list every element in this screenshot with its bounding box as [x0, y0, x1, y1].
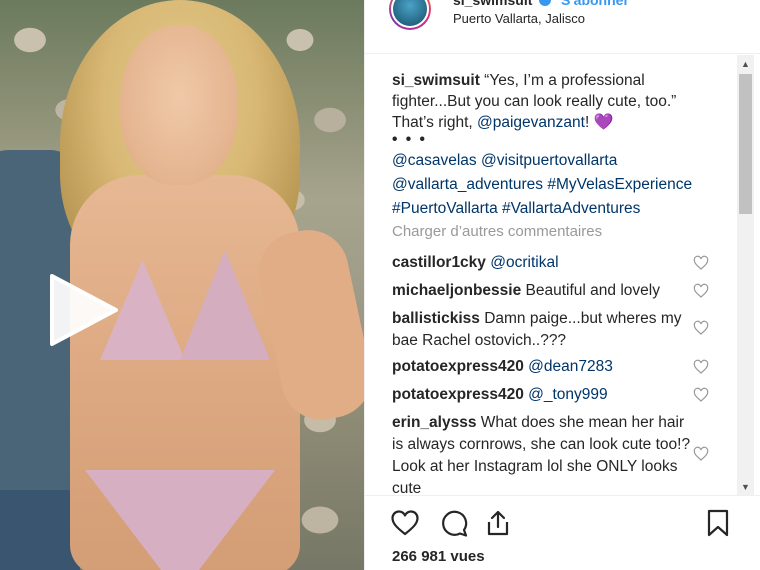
comment-username[interactable]: castillor1cky [392, 254, 486, 271]
person-left-jeans [0, 490, 80, 570]
comment-mention[interactable]: @_tony999 [528, 386, 608, 403]
load-more-comments-button[interactable]: Charger d’autres commentaires [392, 223, 602, 240]
scroll-thumb[interactable] [739, 74, 752, 214]
post-actions: 266 981 vues [365, 495, 760, 570]
comment-text: Beautiful and lovely [521, 282, 660, 299]
comments-scrollbar[interactable]: ▲ ▼ [737, 55, 754, 495]
comment-username[interactable]: michaeljonbessie [392, 282, 521, 299]
caption-text-2: ! [584, 114, 594, 131]
view-count[interactable]: 266 981 vues [392, 548, 485, 565]
heart-icon[interactable] [693, 359, 709, 375]
heart-icon[interactable] [693, 320, 709, 336]
bookmark-icon[interactable] [703, 508, 733, 538]
comment-item: erin_alysss What does she mean her hair … [392, 412, 692, 495]
comment-username[interactable]: erin_alysss [392, 414, 476, 431]
verified-badge-icon [539, 0, 551, 6]
scroll-down-arrow-icon[interactable]: ▼ [737, 478, 754, 495]
comment-mention[interactable]: @ocritikal [490, 254, 558, 271]
post-video[interactable] [0, 0, 364, 570]
comment-username[interactable]: ballistickiss [392, 310, 480, 327]
follow-button[interactable]: S'abonner [561, 0, 629, 8]
comment-username[interactable]: potatoexpress420 [392, 358, 524, 375]
heart-icon[interactable] [693, 446, 709, 462]
tags-line-1[interactable]: @casavelas @visitpuertovallarta [392, 149, 722, 173]
comment-username[interactable]: potatoexpress420 [392, 386, 524, 403]
caption-dots: • • • [392, 131, 427, 148]
comment-mention[interactable]: @dean7283 [528, 358, 613, 375]
post-header: si_swimsuit S'abonner Puerto Vallarta, J… [365, 0, 760, 54]
caption-username[interactable]: si_swimsuit [392, 72, 480, 89]
location-link[interactable]: Puerto Vallarta, Jalisco [453, 11, 585, 26]
comment-bubble-icon[interactable] [439, 508, 469, 538]
heart-icon[interactable] [693, 387, 709, 403]
post-caption: si_swimsuit “Yes, I’m a professional fig… [392, 70, 712, 147]
like-heart-icon[interactable] [390, 508, 420, 538]
avatar[interactable] [389, 0, 431, 30]
comment-item: michaeljonbessie Beautiful and lovely [392, 280, 692, 302]
heart-icon[interactable] [693, 255, 709, 271]
comments-list: si_swimsuit “Yes, I’m a professional fig… [365, 55, 745, 495]
tags-line-3[interactable]: #PuertoVallarta #VallartaAdventures [392, 197, 722, 221]
caption-tags: @casavelas @visitpuertovallarta @vallart… [392, 149, 722, 221]
post-sidebar: si_swimsuit S'abonner Puerto Vallarta, J… [364, 0, 760, 570]
comment-item: potatoexpress420 @_tony999 [392, 384, 692, 406]
header-username[interactable]: si_swimsuit [453, 0, 532, 8]
woman-face [120, 25, 238, 185]
caption-mention[interactable]: @paigevanzant [477, 114, 585, 131]
comment-item: potatoexpress420 @dean7283 [392, 356, 692, 378]
comment-item: castillor1cky @ocritikal [392, 252, 692, 274]
purple-heart-icon: 💜 [593, 114, 614, 131]
play-icon[interactable] [48, 272, 120, 348]
comment-item: ballistickiss Damn paige...but wheres my… [392, 308, 692, 352]
tags-line-2[interactable]: @vallarta_adventures #MyVelasExperience [392, 173, 722, 197]
heart-icon[interactable] [693, 283, 709, 299]
scroll-up-arrow-icon[interactable]: ▲ [737, 55, 754, 72]
share-icon[interactable] [483, 508, 513, 538]
